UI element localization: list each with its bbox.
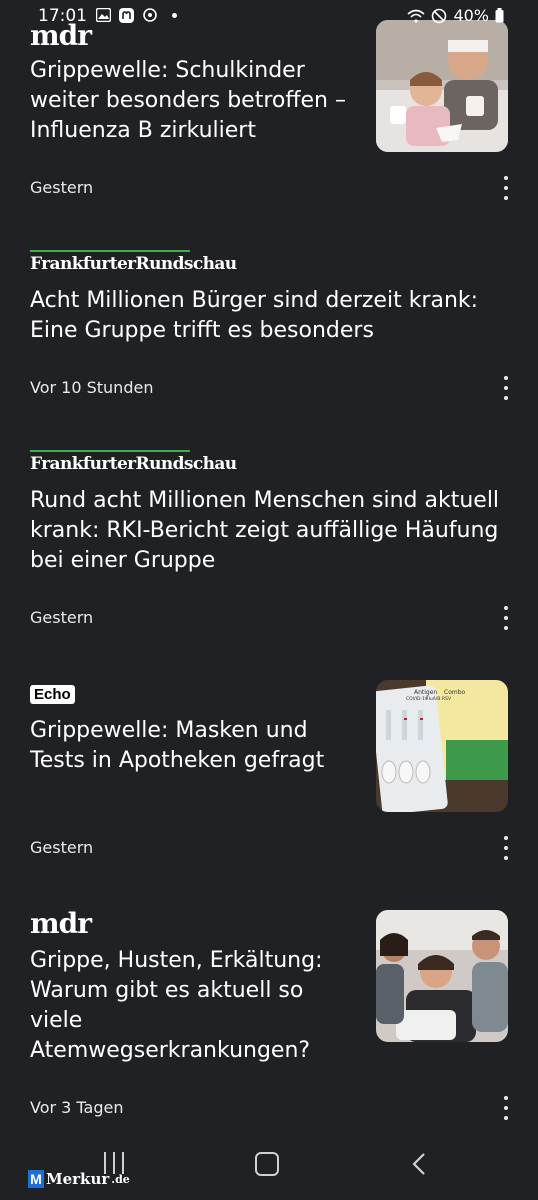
do-not-disturb-icon bbox=[432, 8, 447, 23]
article-card[interactable]: FrankfurterRundschau Rund acht Millionen… bbox=[0, 440, 538, 660]
article-time: Gestern bbox=[30, 838, 94, 857]
article-title[interactable]: Grippewelle: Masken und Tests in Apothek… bbox=[30, 716, 350, 776]
wifi-icon bbox=[407, 9, 425, 23]
article-title[interactable]: Acht Millionen Bürger sind derzeit krank… bbox=[30, 286, 510, 346]
more-options-button[interactable] bbox=[495, 1096, 517, 1120]
family-sick-illustration bbox=[376, 20, 508, 152]
article-card[interactable]: Echo Grippewelle: Masken und Tests in Ap… bbox=[0, 670, 538, 890]
article-title[interactable]: Rund acht Millionen Menschen sind aktuel… bbox=[30, 486, 520, 576]
article-title[interactable]: Grippe, Husten, Erkältung: Warum gibt es… bbox=[30, 946, 350, 1066]
article-card[interactable]: FrankfurterRundschau Acht Millionen Bürg… bbox=[0, 240, 538, 430]
thumb-label: FluA/B bbox=[426, 696, 440, 702]
more-options-button[interactable] bbox=[495, 836, 517, 860]
article-title[interactable]: Grippewelle: Schulkinder weiter besonder… bbox=[30, 56, 350, 146]
status-bar: 17:01 40% bbox=[0, 0, 538, 32]
battery-icon bbox=[495, 8, 504, 23]
thumb-label: COVID-19 bbox=[406, 696, 428, 702]
article-time: Gestern bbox=[30, 178, 94, 197]
article-time: Vor 10 Stunden bbox=[30, 378, 154, 397]
home-button[interactable] bbox=[255, 1152, 279, 1176]
battery-percent: 40% bbox=[453, 6, 489, 25]
article-card[interactable]: mdr Grippewelle: Schulkinder weiter beso… bbox=[0, 0, 538, 220]
mastodon-icon bbox=[119, 7, 134, 23]
article-time: Vor 3 Tagen bbox=[30, 1098, 124, 1117]
more-options-button[interactable] bbox=[495, 606, 517, 630]
source-logo-frankfurter-rundschau: FrankfurterRundschau bbox=[30, 454, 237, 474]
merkur-logo-icon: M bbox=[28, 1170, 44, 1188]
dot-icon bbox=[172, 12, 177, 18]
source-logo-mdr: mdr bbox=[30, 907, 92, 940]
source-logo-frankfurter-rundschau: FrankfurterRundschau bbox=[30, 254, 237, 274]
more-options-button[interactable] bbox=[495, 376, 517, 400]
back-arrow-icon[interactable] bbox=[412, 1152, 426, 1176]
source-logo-echo: Echo bbox=[30, 684, 75, 704]
source-echo-label: Echo bbox=[30, 685, 75, 704]
merkur-watermark: M Merkur .de bbox=[28, 1170, 130, 1188]
thumb-label: Antigen bbox=[414, 689, 437, 696]
article-thumbnail[interactable] bbox=[376, 20, 508, 152]
antigen-test-illustration: Antigen Combo COVID-19 FluA/B RSV bbox=[376, 680, 508, 812]
article-card[interactable]: mdr Grippe, Husten, Erkältung: Warum gib… bbox=[0, 900, 538, 1140]
sick-child-illustration bbox=[376, 910, 508, 1042]
article-time: Gestern bbox=[30, 608, 94, 627]
thumb-label: RSV bbox=[442, 696, 452, 702]
thumb-label: Combo bbox=[444, 689, 466, 696]
source-accent-line bbox=[30, 250, 190, 252]
article-thumbnail[interactable]: Antigen Combo COVID-19 FluA/B RSV bbox=[376, 680, 508, 812]
more-options-button[interactable] bbox=[495, 176, 517, 200]
source-accent-line bbox=[30, 450, 190, 452]
gallery-icon bbox=[96, 8, 111, 22]
sync-icon bbox=[143, 8, 157, 22]
article-thumbnail[interactable] bbox=[376, 910, 508, 1042]
merkur-name: Merkur bbox=[46, 1170, 110, 1188]
status-time: 17:01 bbox=[38, 6, 87, 26]
merkur-tld: .de bbox=[111, 1172, 130, 1186]
